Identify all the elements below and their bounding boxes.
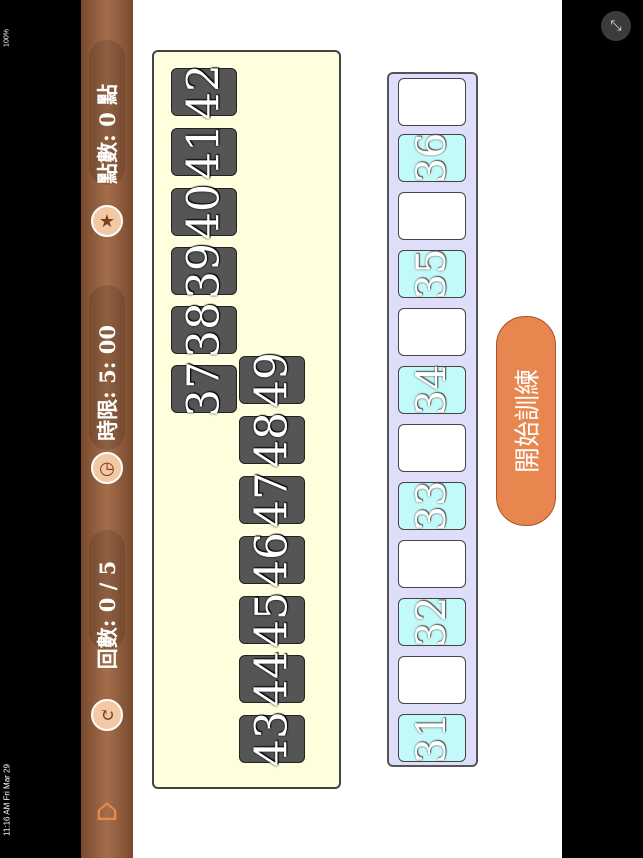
app-window: ⌂ ↻ 回數: 0 / 5 ◷ 時限: 5: 00 ★ 點數: 0 點 37 3… <box>81 0 562 858</box>
tile[interactable]: 47 <box>239 472 305 528</box>
answer-slot[interactable]: 32 <box>398 597 466 647</box>
tile[interactable]: 41 <box>171 124 237 180</box>
rounds-icon-button[interactable]: ↻ <box>91 699 123 731</box>
answer-slot[interactable]: 34 <box>398 365 466 415</box>
points-label: 點數: 0 點 <box>95 84 120 184</box>
answer-slot[interactable] <box>398 656 466 704</box>
tile[interactable]: 45 <box>239 592 305 648</box>
time-limit-label: 時限: 5: 00 <box>95 325 120 441</box>
home-icon: ⌂ <box>95 792 119 828</box>
answer-slot[interactable]: 35 <box>398 249 466 299</box>
rounds-label: 回數: 0 / 5 <box>95 560 120 670</box>
collapse-arrows-icon: ⤡ <box>610 18 622 34</box>
answer-slot[interactable] <box>398 308 466 356</box>
sidebar: ⌂ ↻ 回數: 0 / 5 ◷ 時限: 5: 00 ★ 點數: 0 點 <box>81 0 133 858</box>
collapse-button[interactable]: ⤡ <box>601 11 631 41</box>
tile[interactable]: 39 <box>171 243 237 299</box>
tile[interactable]: 38 <box>171 302 237 358</box>
refresh-icon: ↻ <box>99 704 115 726</box>
star-icon: ★ <box>98 210 116 232</box>
start-training-button[interactable]: 開始訓練 <box>496 316 556 526</box>
tile[interactable]: 40 <box>171 184 237 240</box>
star-icon-button[interactable]: ★ <box>91 205 123 237</box>
answer-track: 31 32 33 34 35 36 <box>387 72 478 767</box>
answer-slot[interactable]: 33 <box>398 481 466 531</box>
answer-slot[interactable] <box>398 192 466 240</box>
tile-board: 37 38 39 40 41 42 43 44 45 46 47 48 49 <box>152 50 341 789</box>
answer-slot[interactable]: 31 <box>398 713 466 763</box>
clock-icon-button[interactable]: ◷ <box>91 452 123 484</box>
tile[interactable]: 37 <box>171 361 237 417</box>
tile[interactable]: 44 <box>239 651 305 707</box>
tile[interactable]: 46 <box>239 532 305 588</box>
answer-slot[interactable]: 36 <box>398 133 466 183</box>
status-bar: 11:16 AM Fri Mar 29 100% <box>0 0 14 858</box>
home-button[interactable]: ⌂ <box>89 792 125 828</box>
clock-icon: ◷ <box>99 457 115 479</box>
tile[interactable]: 49 <box>239 352 305 408</box>
start-training-label: 開始訓練 <box>513 368 544 474</box>
tile[interactable]: 48 <box>239 412 305 468</box>
answer-slot[interactable] <box>398 78 466 126</box>
answer-slot[interactable] <box>398 424 466 472</box>
tile[interactable]: 42 <box>171 64 237 120</box>
answer-slot[interactable] <box>398 540 466 588</box>
status-time: 11:16 AM Fri Mar 29 <box>2 764 12 836</box>
battery-level: 100% <box>3 29 11 47</box>
tile[interactable]: 43 <box>239 711 305 767</box>
